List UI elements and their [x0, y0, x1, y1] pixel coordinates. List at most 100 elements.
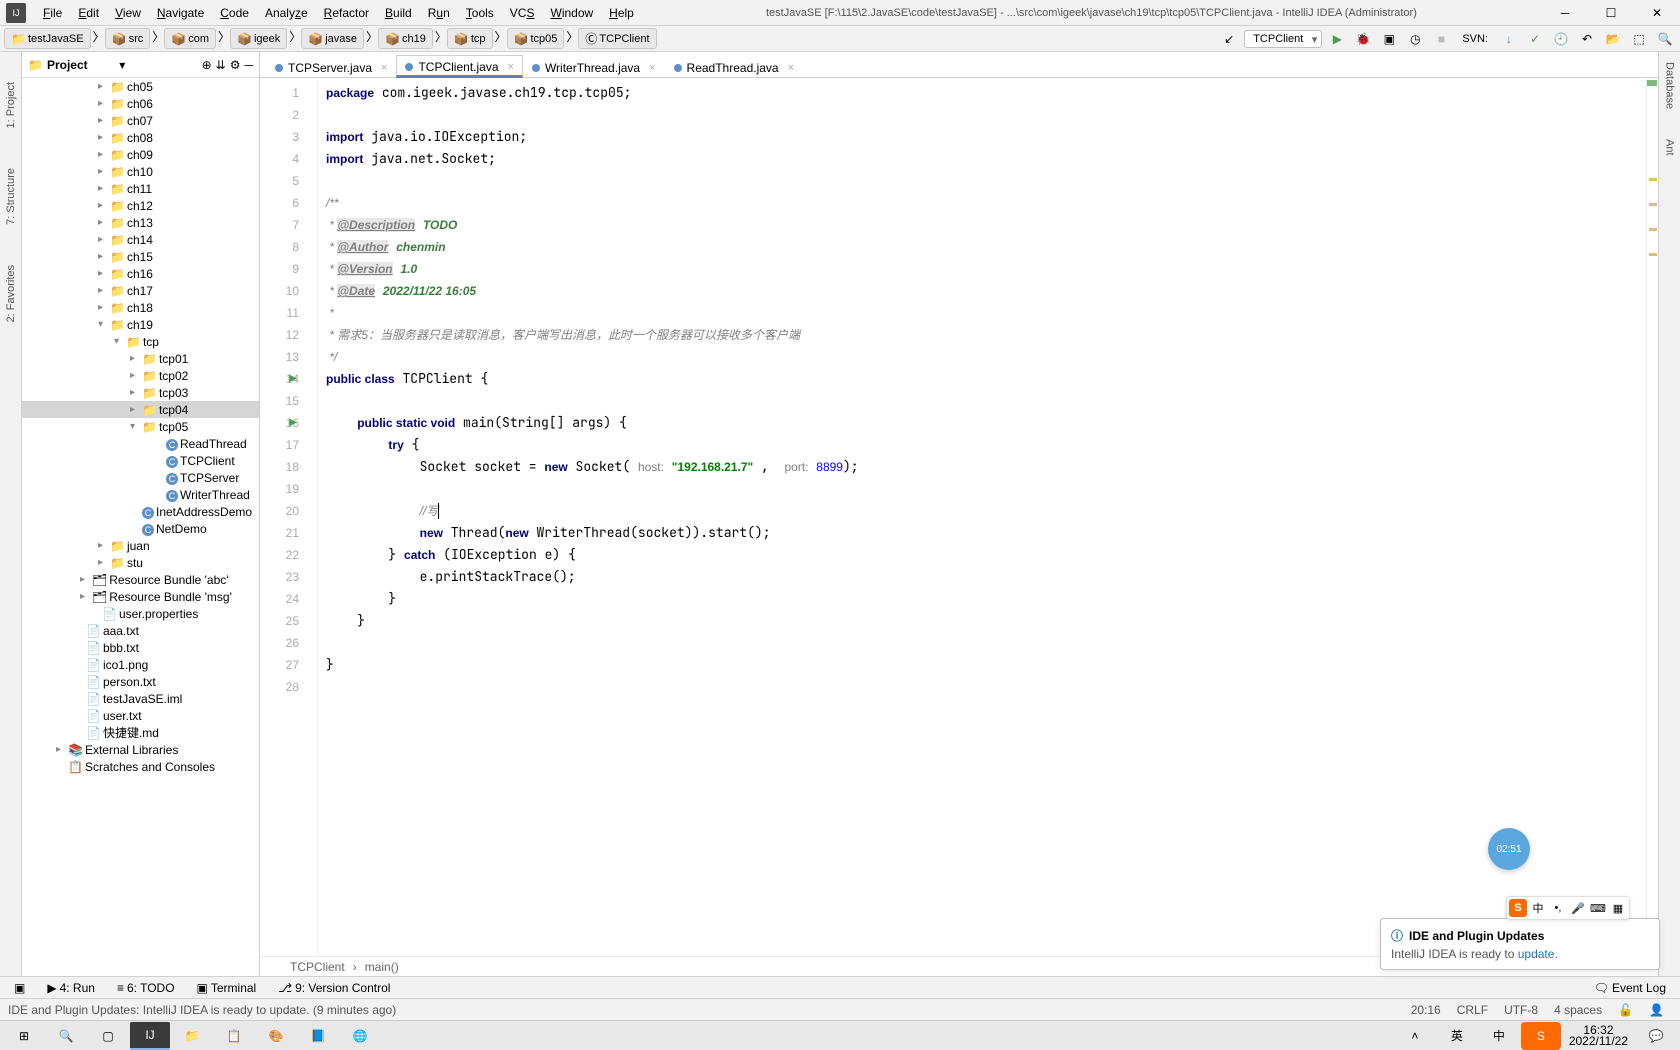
database-toolwindow-tab[interactable]: Database [1664, 62, 1676, 109]
tray-sogou-icon[interactable]: S [1521, 1022, 1561, 1050]
warning-marker[interactable] [1649, 228, 1657, 231]
ime-keyboard-icon[interactable]: ⌨ [1589, 899, 1607, 917]
tree-item[interactable]: ▸📁 ch12 [22, 197, 259, 214]
breadcrumb-item[interactable]: 📦 javase [301, 28, 364, 49]
tree-item[interactable]: ▸📁 ch06 [22, 95, 259, 112]
warning-marker[interactable] [1649, 178, 1657, 181]
tree-item[interactable]: ▸📁 tcp03 [22, 384, 259, 401]
tree-item[interactable]: ▸📁 ch13 [22, 214, 259, 231]
tree-item[interactable]: C TCPClient [22, 452, 259, 469]
tree-item[interactable]: 📄 user.properties [22, 605, 259, 622]
close-tab-icon[interactable]: × [381, 62, 387, 74]
tree-item[interactable]: ▸📁 tcp04 [22, 401, 259, 418]
update-notification[interactable]: ⓘIDE and Plugin Updates IntelliJ IDEA is… [1380, 918, 1660, 970]
tree-item[interactable]: ▸📁 stu [22, 554, 259, 571]
tree-item[interactable]: C ReadThread [22, 435, 259, 452]
tree-item[interactable]: 📄 aaa.txt [22, 622, 259, 639]
error-stripe[interactable] [1646, 78, 1658, 956]
ime-menu-icon[interactable]: ▦ [1609, 899, 1627, 917]
recording-timer[interactable]: 02:51 [1488, 828, 1530, 870]
menu-window[interactable]: Window [543, 3, 600, 23]
tree-item[interactable]: C InetAddressDemo [22, 503, 259, 520]
project-toolwindow-tab[interactable]: 1: Project [5, 82, 17, 128]
taskbar-app-paint[interactable]: 🎨 [256, 1022, 296, 1050]
tree-item[interactable]: ▸📁 ch08 [22, 129, 259, 146]
sogou-icon[interactable]: S [1509, 899, 1527, 917]
ant-toolwindow-tab[interactable]: Ant [1664, 139, 1676, 156]
menu-analyze[interactable]: Analyze [258, 3, 315, 23]
tree-item[interactable]: ▾📁 ch19 [22, 316, 259, 333]
breadcrumb-item[interactable]: 📁 testJavaSE [4, 28, 91, 49]
close-tab-icon[interactable]: × [508, 61, 514, 73]
debug-button[interactable]: 🐞 [1352, 28, 1374, 50]
close-tab-icon[interactable]: × [788, 62, 794, 74]
crumb-class[interactable]: TCPClient [290, 960, 345, 974]
indent-setting[interactable]: 4 spaces [1546, 1003, 1610, 1017]
tool-window-toggle-icon[interactable]: ▣ [8, 981, 31, 995]
vcs-revert-icon[interactable]: ↶ [1576, 28, 1598, 50]
run-line-marker[interactable]: ▶ [289, 412, 297, 434]
stop-button[interactable]: ■ [1430, 28, 1452, 50]
tree-item[interactable]: ▸📁 ch09 [22, 146, 259, 163]
editor-tab[interactable]: WriterThread.java× [523, 56, 665, 78]
tree-item[interactable]: ▸📚 External Libraries [22, 741, 259, 758]
vcs-toolwindow-tab[interactable]: ⎇ 9: Version Control [272, 981, 396, 995]
readonly-toggle-icon[interactable]: 🔓 [1610, 1003, 1641, 1017]
tree-item[interactable]: 📄 ico1.png [22, 656, 259, 673]
taskbar-app-explorer[interactable]: 📁 [172, 1022, 212, 1050]
tray-notifications-icon[interactable]: 💬 [1636, 1022, 1676, 1050]
line-separator[interactable]: CRLF [1449, 1003, 1496, 1017]
menu-view[interactable]: View [108, 3, 148, 23]
tree-item[interactable]: ▸📁 ch05 [22, 78, 259, 95]
project-tree[interactable]: ▸📁 ch05▸📁 ch06▸📁 ch07▸📁 ch08▸📁 ch09▸📁 ch… [22, 78, 259, 976]
tray-clock[interactable]: 16:32 2022/11/22 [1563, 1025, 1634, 1047]
tree-item[interactable]: ▸📁 ch10 [22, 163, 259, 180]
taskbar-app-notes[interactable]: 📘 [298, 1022, 338, 1050]
tree-item[interactable]: C NetDemo [22, 520, 259, 537]
menu-edit[interactable]: Edit [71, 3, 106, 23]
profile-button[interactable]: ◷ [1404, 28, 1426, 50]
caret-position[interactable]: 20:16 [1403, 1003, 1449, 1017]
coverage-button[interactable]: ▣ [1378, 28, 1400, 50]
menu-code[interactable]: Code [213, 3, 256, 23]
breadcrumb-item[interactable]: 📦 tcp05 [507, 28, 565, 49]
tree-item[interactable]: ▾📁 tcp05 [22, 418, 259, 435]
tree-item[interactable]: ▸📁 ch18 [22, 299, 259, 316]
warning-marker[interactable] [1649, 203, 1657, 206]
locate-icon[interactable]: ⊕ [202, 58, 212, 72]
menu-help[interactable]: Help [602, 3, 641, 23]
menu-build[interactable]: Build [378, 3, 419, 23]
settings-icon[interactable]: ⬚ [1628, 28, 1650, 50]
run-line-marker[interactable]: ▶ [289, 368, 297, 390]
breadcrumb-item[interactable]: 📦 ch19 [378, 28, 433, 49]
structure-toolwindow-tab[interactable]: 7: Structure [5, 168, 17, 225]
tree-item[interactable]: ▸📁 tcp02 [22, 367, 259, 384]
breadcrumb-item[interactable]: 📦 igeek [230, 28, 287, 49]
menu-file[interactable]: File [36, 3, 69, 23]
tree-item[interactable]: ▸📁 ch16 [22, 265, 259, 282]
vcs-commit-icon[interactable]: ✓ [1524, 28, 1546, 50]
tree-item[interactable]: 📄 快捷键.md [22, 724, 259, 741]
editor-tab[interactable]: TCPClient.java× [396, 55, 522, 78]
tree-item[interactable]: ▸📁 ch15 [22, 248, 259, 265]
maximize-button[interactable]: ☐ [1588, 0, 1634, 26]
search-icon[interactable]: 🔍 [46, 1022, 86, 1050]
taskbar-app-browser[interactable]: 🌐 [340, 1022, 380, 1050]
breadcrumb-item[interactable]: 📦 com [164, 28, 216, 49]
search-everywhere-icon[interactable]: 🔍 [1654, 28, 1676, 50]
run-button[interactable]: ▶ [1326, 28, 1348, 50]
tree-item[interactable]: ▸🗂 Resource Bundle 'abc' [22, 571, 259, 588]
hide-icon[interactable]: ─ [245, 58, 254, 72]
start-button[interactable]: ⊞ [4, 1022, 44, 1050]
minimize-button[interactable]: ─ [1542, 0, 1588, 26]
tree-item[interactable]: ▸📁 juan [22, 537, 259, 554]
tree-item[interactable]: 📄 person.txt [22, 673, 259, 690]
gear-icon[interactable]: ⚙ [230, 58, 241, 72]
menu-vcs[interactable]: VCS [503, 3, 542, 23]
tree-item[interactable]: 📄 user.txt [22, 707, 259, 724]
chevron-down-icon[interactable]: ▾ [119, 58, 125, 72]
tree-item[interactable]: 📄 testJavaSE.iml [22, 690, 259, 707]
tree-item[interactable]: ▸📁 tcp01 [22, 350, 259, 367]
code-editor[interactable]: package com.igeek.javase.ch19.tcp.tcp05;… [318, 78, 1646, 956]
editor-tab[interactable]: ReadThread.java× [665, 56, 804, 78]
